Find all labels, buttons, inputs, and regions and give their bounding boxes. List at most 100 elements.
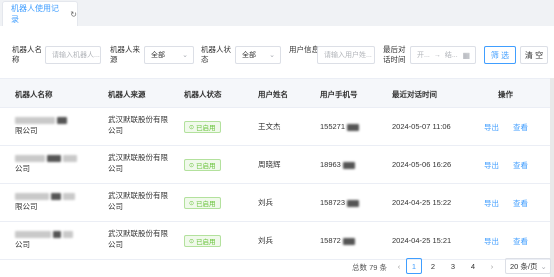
refresh-icon[interactable]: ↻	[70, 10, 77, 19]
table-row: 公司 武汉默联股份有限 公司 ⊙ 已启用 刘兵 15872 2024-04-25…	[0, 222, 550, 260]
view-link[interactable]: 查看	[513, 198, 528, 209]
chevron-down-icon: ⌄	[540, 261, 547, 271]
calendar-icon: ▦	[462, 51, 470, 60]
robot-name-suffix: 限公司	[15, 126, 38, 135]
page-4-button[interactable]: 4	[466, 258, 480, 274]
redacted-text	[15, 116, 55, 124]
redacted-text	[63, 154, 78, 162]
user-name-cell: 刘兵	[258, 236, 273, 245]
tab-bar: 机器人使用记录 ↻	[0, 0, 554, 26]
robot-name-suffix: 限公司	[15, 202, 38, 211]
redacted-text	[15, 192, 49, 200]
robot-name-cell: 公司	[15, 228, 74, 250]
status-text: 已启用	[196, 201, 216, 208]
date-separator: →	[433, 51, 441, 59]
vertical-scrollbar[interactable]	[550, 78, 554, 277]
phone-text: 155271	[320, 122, 346, 131]
page-size-select[interactable]: 20 条/页 ⌄	[505, 258, 551, 274]
export-link[interactable]: 导出	[484, 198, 499, 209]
table-header: 机器人名称 机器人来源 机器人状态 用户姓名 用户手机号 最近对话时间 操作	[0, 78, 550, 108]
view-link[interactable]: 查看	[513, 160, 528, 171]
source-line: 公司	[108, 126, 123, 135]
robot-source-cell: 武汉默联股份有限 公司	[108, 190, 168, 212]
view-link[interactable]: 查看	[513, 122, 528, 133]
phone-text: 158723	[320, 198, 346, 207]
chevron-down-icon: ⌄	[269, 52, 275, 59]
redacted-text	[15, 230, 51, 238]
last-time-label: 最后对话时间	[383, 45, 406, 64]
tab-robot-usage-records[interactable]: 机器人使用记录 ↻	[2, 1, 78, 26]
robot-name-label: 机器人名称	[12, 45, 42, 64]
source-line: 公司	[108, 202, 123, 211]
page-3-button[interactable]: 3	[446, 258, 460, 274]
last-time-cell: 2024-05-07 11:06	[392, 122, 451, 131]
robot-name-cell: 公司	[15, 152, 78, 174]
col-user-name: 用户姓名	[258, 90, 288, 99]
user-phone-cell: 18963	[320, 159, 355, 170]
col-robot-name: 机器人名称	[15, 90, 53, 99]
export-link[interactable]: 导出	[484, 160, 499, 171]
status-text: 已启用	[196, 239, 216, 246]
user-info-input[interactable]: 请输入用户姓...	[317, 46, 375, 64]
redacted-text	[47, 154, 62, 162]
source-line: 武汉默联股份有限	[108, 229, 168, 238]
date-end: 结...	[444, 52, 458, 59]
user-phone-cell: 155271	[320, 121, 360, 132]
robot-source-cell: 武汉默联股份有限 公司	[108, 228, 168, 250]
status-text: 已启用	[196, 125, 216, 132]
robot-source-cell: 武汉默联股份有限 公司	[108, 152, 168, 174]
status-badge: ⊙ 已启用	[184, 121, 221, 133]
table-row: 限公司 武汉默联股份有限 公司 ⊙ 已启用 王文杰 155271 2024-05…	[0, 108, 550, 146]
check-circle-icon: ⊙	[189, 200, 195, 207]
robot-status-value: 全部	[242, 52, 256, 59]
robot-source-value: 全部	[151, 52, 165, 59]
status-text: 已启用	[196, 163, 216, 170]
last-time-cell: 2024-04-25 15:21	[392, 236, 452, 245]
phone-text: 15872	[320, 236, 341, 245]
redacted-text	[53, 230, 62, 238]
page-2-button[interactable]: 2	[426, 258, 440, 274]
redacted-text	[347, 123, 360, 131]
user-info-label: 用户信息	[289, 45, 319, 54]
source-line: 公司	[108, 240, 123, 249]
user-phone-cell: 15872	[320, 235, 355, 246]
prev-page-icon[interactable]: ‹	[392, 258, 406, 274]
col-user-phone: 用户手机号	[320, 90, 358, 99]
view-link[interactable]: 查看	[513, 236, 528, 247]
redacted-text	[63, 192, 76, 200]
clear-button[interactable]: 清 空	[520, 46, 548, 64]
status-badge: ⊙ 已启用	[184, 197, 221, 209]
date-range-picker[interactable]: 开... → 结... ▦	[410, 46, 476, 64]
source-line: 公司	[108, 164, 123, 173]
page-1-button[interactable]: 1	[406, 258, 422, 274]
robot-source-select[interactable]: 全部 ⌄	[144, 46, 194, 64]
redacted-text	[57, 116, 68, 124]
redacted-text	[15, 154, 45, 162]
user-phone-cell: 158723	[320, 197, 360, 208]
robot-status-label: 机器人状态	[201, 45, 231, 64]
pagination-total: 总数 79 条	[352, 263, 388, 272]
table-row: 限公司 武汉默联股份有限 公司 ⊙ 已启用 刘兵 158723 2024-04-…	[0, 184, 550, 222]
check-circle-icon: ⊙	[189, 162, 195, 169]
filter-button[interactable]: 筛 选	[484, 46, 516, 64]
robot-name-suffix: 公司	[15, 240, 30, 249]
col-robot-status: 机器人状态	[184, 90, 222, 99]
export-link[interactable]: 导出	[484, 236, 499, 247]
export-link[interactable]: 导出	[484, 122, 499, 133]
col-last-time: 最近对话时间	[392, 90, 437, 99]
source-line: 武汉默联股份有限	[108, 153, 168, 162]
redacted-text	[347, 199, 360, 207]
redacted-text	[342, 161, 355, 169]
robot-status-select[interactable]: 全部 ⌄	[235, 46, 281, 64]
status-badge: ⊙ 已启用	[184, 235, 221, 247]
robot-name-cell: 限公司	[15, 114, 68, 136]
main-panel: 机器人名称 请输入机器人... 机器人来源 全部 ⌄ 机器人状态 全部 ⌄ 用户…	[0, 26, 554, 277]
check-circle-icon: ⊙	[189, 238, 195, 245]
pagination: 总数 79 条 ‹ 1 2 3 4 › 20 条/页 ⌄	[0, 258, 554, 276]
next-page-icon[interactable]: ›	[485, 258, 499, 274]
col-robot-source: 机器人来源	[108, 90, 146, 99]
robot-name-input[interactable]: 请输入机器人...	[45, 46, 101, 64]
table-row: 公司 武汉默联股份有限 公司 ⊙ 已启用 周晓辉 18963 2024-05-0…	[0, 146, 550, 184]
filter-bar: 机器人名称 请输入机器人... 机器人来源 全部 ⌄ 机器人状态 全部 ⌄ 用户…	[0, 40, 554, 74]
redacted-text	[51, 192, 62, 200]
